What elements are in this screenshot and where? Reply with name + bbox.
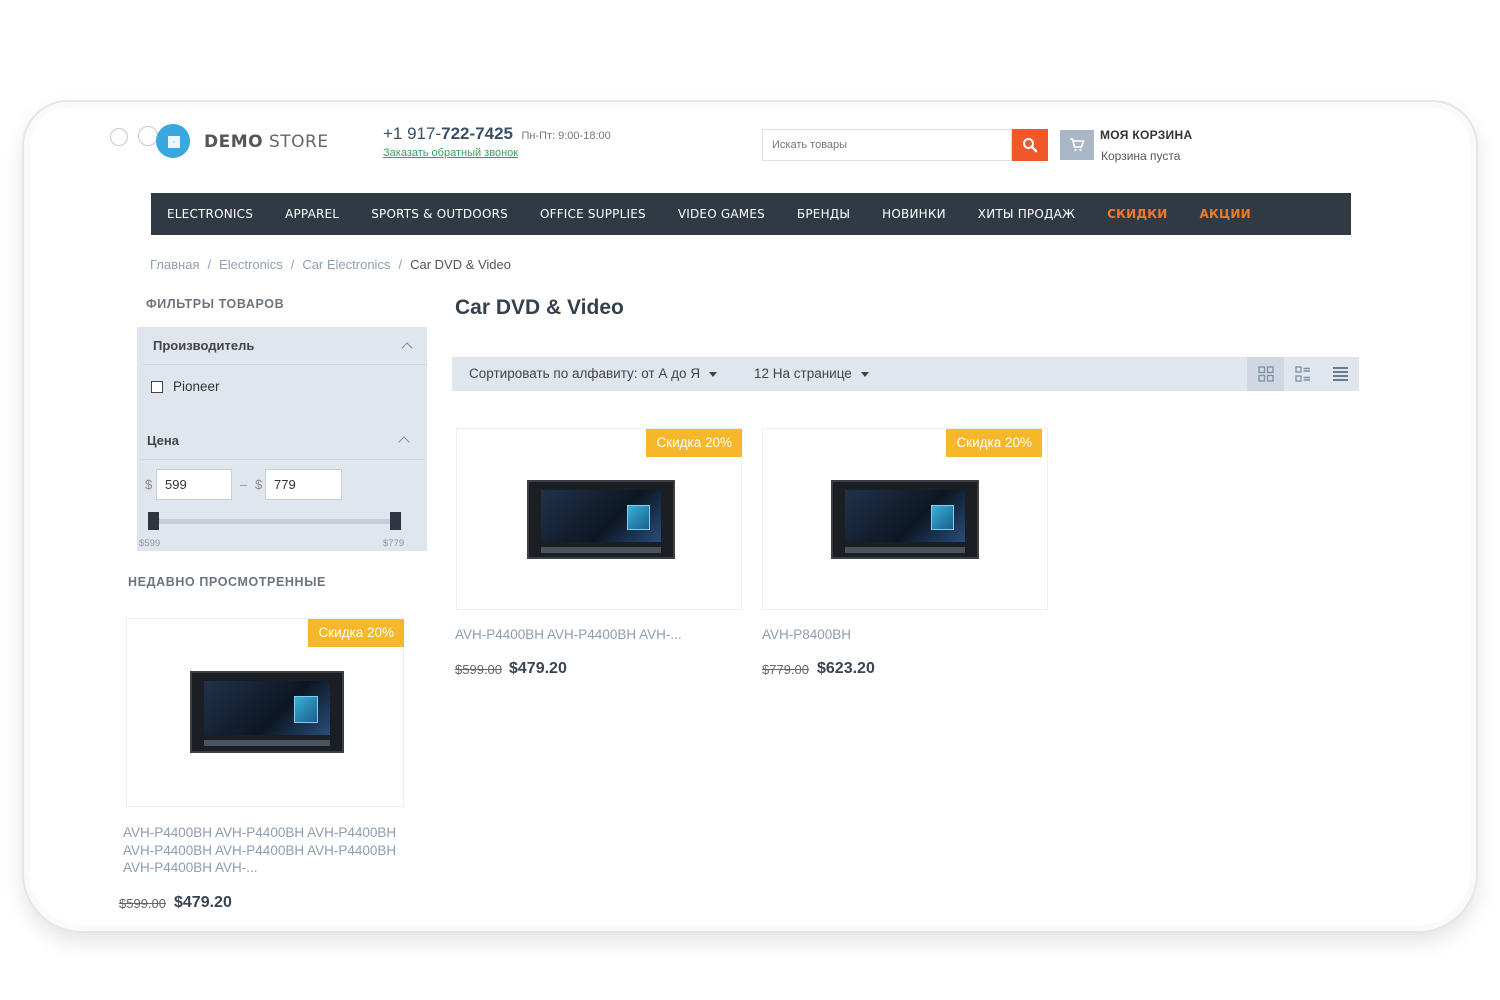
product-image[interactable] bbox=[527, 480, 675, 559]
sort-dropdown[interactable]: Сортировать по алфавиту: от А до Я bbox=[469, 366, 718, 381]
callback-link[interactable]: Заказать обратный звонок bbox=[383, 147, 518, 159]
product-price: $623.20 bbox=[817, 660, 875, 677]
price-slider-track[interactable] bbox=[152, 519, 395, 524]
filter-divider bbox=[143, 364, 427, 365]
nav-item-bestsellers[interactable]: ХИТЫ ПРОДАЖ bbox=[978, 207, 1075, 221]
grid-view-button[interactable] bbox=[1247, 357, 1284, 391]
price-slider-min-handle[interactable] bbox=[148, 512, 159, 530]
page-title: Car DVD & Video bbox=[455, 296, 624, 319]
store-logo[interactable]: DEMO STORE bbox=[110, 124, 329, 160]
main-navigation: ELECTRONICS APPAREL SPORTS & OUTDOORS OF… bbox=[151, 193, 1351, 235]
product-image[interactable] bbox=[190, 671, 344, 753]
currency-symbol-from: $ bbox=[145, 477, 153, 492]
caret-down-icon bbox=[709, 371, 718, 377]
breadcrumb-car-electronics[interactable]: Car Electronics bbox=[302, 257, 390, 272]
search-input[interactable] bbox=[762, 129, 1012, 161]
price-to-input[interactable] bbox=[265, 469, 342, 500]
store-page: DEMO STORE +1 917-722-7425 Пн-Пт: 9:00-1… bbox=[0, 0, 1500, 1000]
per-page-dropdown[interactable]: 12 На странице bbox=[754, 366, 869, 381]
nav-item-discounts[interactable]: СКИДКИ bbox=[1107, 207, 1167, 221]
discount-badge: Скидка 20% bbox=[946, 429, 1042, 457]
logo-icon bbox=[110, 124, 192, 160]
nav-item-new[interactable]: НОВИНКИ bbox=[882, 207, 946, 221]
recent-product-name[interactable]: AVH-P4400BH AVH-P4400BH AVH-P4400BH AVH-… bbox=[120, 824, 400, 877]
recent-product-card[interactable]: Скидка 20% bbox=[126, 618, 404, 807]
phone-hours: Пн-Пт: 9:00-18:00 bbox=[521, 130, 611, 142]
price-dash: – bbox=[240, 477, 248, 492]
search-button[interactable] bbox=[1012, 129, 1048, 161]
recent-product-price: $479.20 bbox=[174, 894, 232, 911]
nav-item-apparel[interactable]: APPAREL bbox=[285, 207, 339, 221]
filter-divider bbox=[139, 459, 424, 460]
product-image[interactable] bbox=[831, 480, 979, 559]
nav-item-brands[interactable]: БРЕНДЫ bbox=[797, 207, 850, 221]
pioneer-checkbox[interactable] bbox=[151, 381, 163, 393]
cart-status: Корзина пуста bbox=[1101, 149, 1181, 163]
discount-badge: Скидка 20% bbox=[646, 429, 742, 457]
currency-symbol-to: $ bbox=[255, 477, 263, 492]
price-from-input[interactable] bbox=[156, 469, 232, 500]
caret-down-icon bbox=[860, 371, 869, 377]
phone-block: +1 917-722-7425 Пн-Пт: 9:00-18:00 bbox=[383, 124, 611, 144]
product-old-price: $599.00 bbox=[455, 662, 502, 677]
breadcrumb-electronics[interactable]: Electronics bbox=[219, 257, 283, 272]
nav-item-electronics[interactable]: ELECTRONICS bbox=[167, 207, 253, 221]
cart-icon bbox=[1070, 138, 1085, 152]
phone-number[interactable]: +1 917-722-7425 bbox=[383, 124, 513, 143]
nav-item-promotions[interactable]: АКЦИИ bbox=[1200, 207, 1251, 221]
manufacturer-filter-header[interactable]: Производитель bbox=[153, 338, 254, 353]
nav-item-video-games[interactable]: VIDEO GAMES bbox=[678, 207, 765, 221]
slider-min-label: $599 bbox=[139, 538, 161, 549]
recently-viewed-title: НЕДАВНО ПРОСМОТРЕННЫЕ bbox=[128, 575, 326, 589]
breadcrumb: Главная / Electronics / Car Electronics / Car … bbox=[150, 257, 511, 272]
nav-item-sports-outdoors[interactable]: SPORTS & OUTDOORS bbox=[371, 207, 508, 221]
pioneer-label[interactable]: Pioneer bbox=[173, 379, 220, 394]
breadcrumb-home[interactable]: Главная bbox=[150, 257, 199, 272]
breadcrumb-current: Car DVD & Video bbox=[410, 257, 511, 272]
cart-button[interactable] bbox=[1060, 130, 1094, 160]
grid-icon bbox=[1257, 366, 1274, 382]
product-name[interactable]: AVH-P4400BH AVH-P4400BH AVH-... bbox=[455, 626, 745, 644]
product-old-price: $779.00 bbox=[762, 662, 809, 677]
logo-text: DEMO STORE bbox=[204, 132, 329, 152]
search-icon bbox=[1023, 138, 1038, 153]
discount-badge: Скидка 20% bbox=[308, 619, 404, 647]
product-price: $479.20 bbox=[509, 660, 567, 677]
product-card[interactable]: Скидка 20% bbox=[762, 428, 1048, 610]
catalog-toolbar: Сортировать по алфавиту: от А до Я 12 На… bbox=[452, 357, 1359, 391]
cart-title[interactable]: МОЯ КОРЗИНА bbox=[1100, 128, 1192, 142]
filters-title: ФИЛЬТРЫ ТОВАРОВ bbox=[146, 297, 285, 311]
price-slider-max-handle[interactable] bbox=[390, 512, 401, 530]
nav-item-office-supplies[interactable]: OFFICE SUPPLIES bbox=[540, 207, 646, 221]
filter-panel bbox=[137, 327, 427, 551]
search-bar bbox=[762, 129, 1048, 161]
product-card[interactable]: Скидка 20% bbox=[456, 428, 742, 610]
list-grid-icon bbox=[1294, 366, 1310, 382]
list-icon bbox=[1333, 367, 1348, 381]
product-name[interactable]: AVH-P8400BH bbox=[762, 626, 1052, 644]
list-grid-view-button[interactable] bbox=[1284, 357, 1321, 391]
recent-product-old-price: $599.00 bbox=[119, 896, 166, 911]
price-filter-header[interactable]: Цена bbox=[147, 433, 179, 448]
list-view-button[interactable] bbox=[1322, 357, 1359, 391]
slider-max-label: $779 bbox=[383, 538, 405, 549]
